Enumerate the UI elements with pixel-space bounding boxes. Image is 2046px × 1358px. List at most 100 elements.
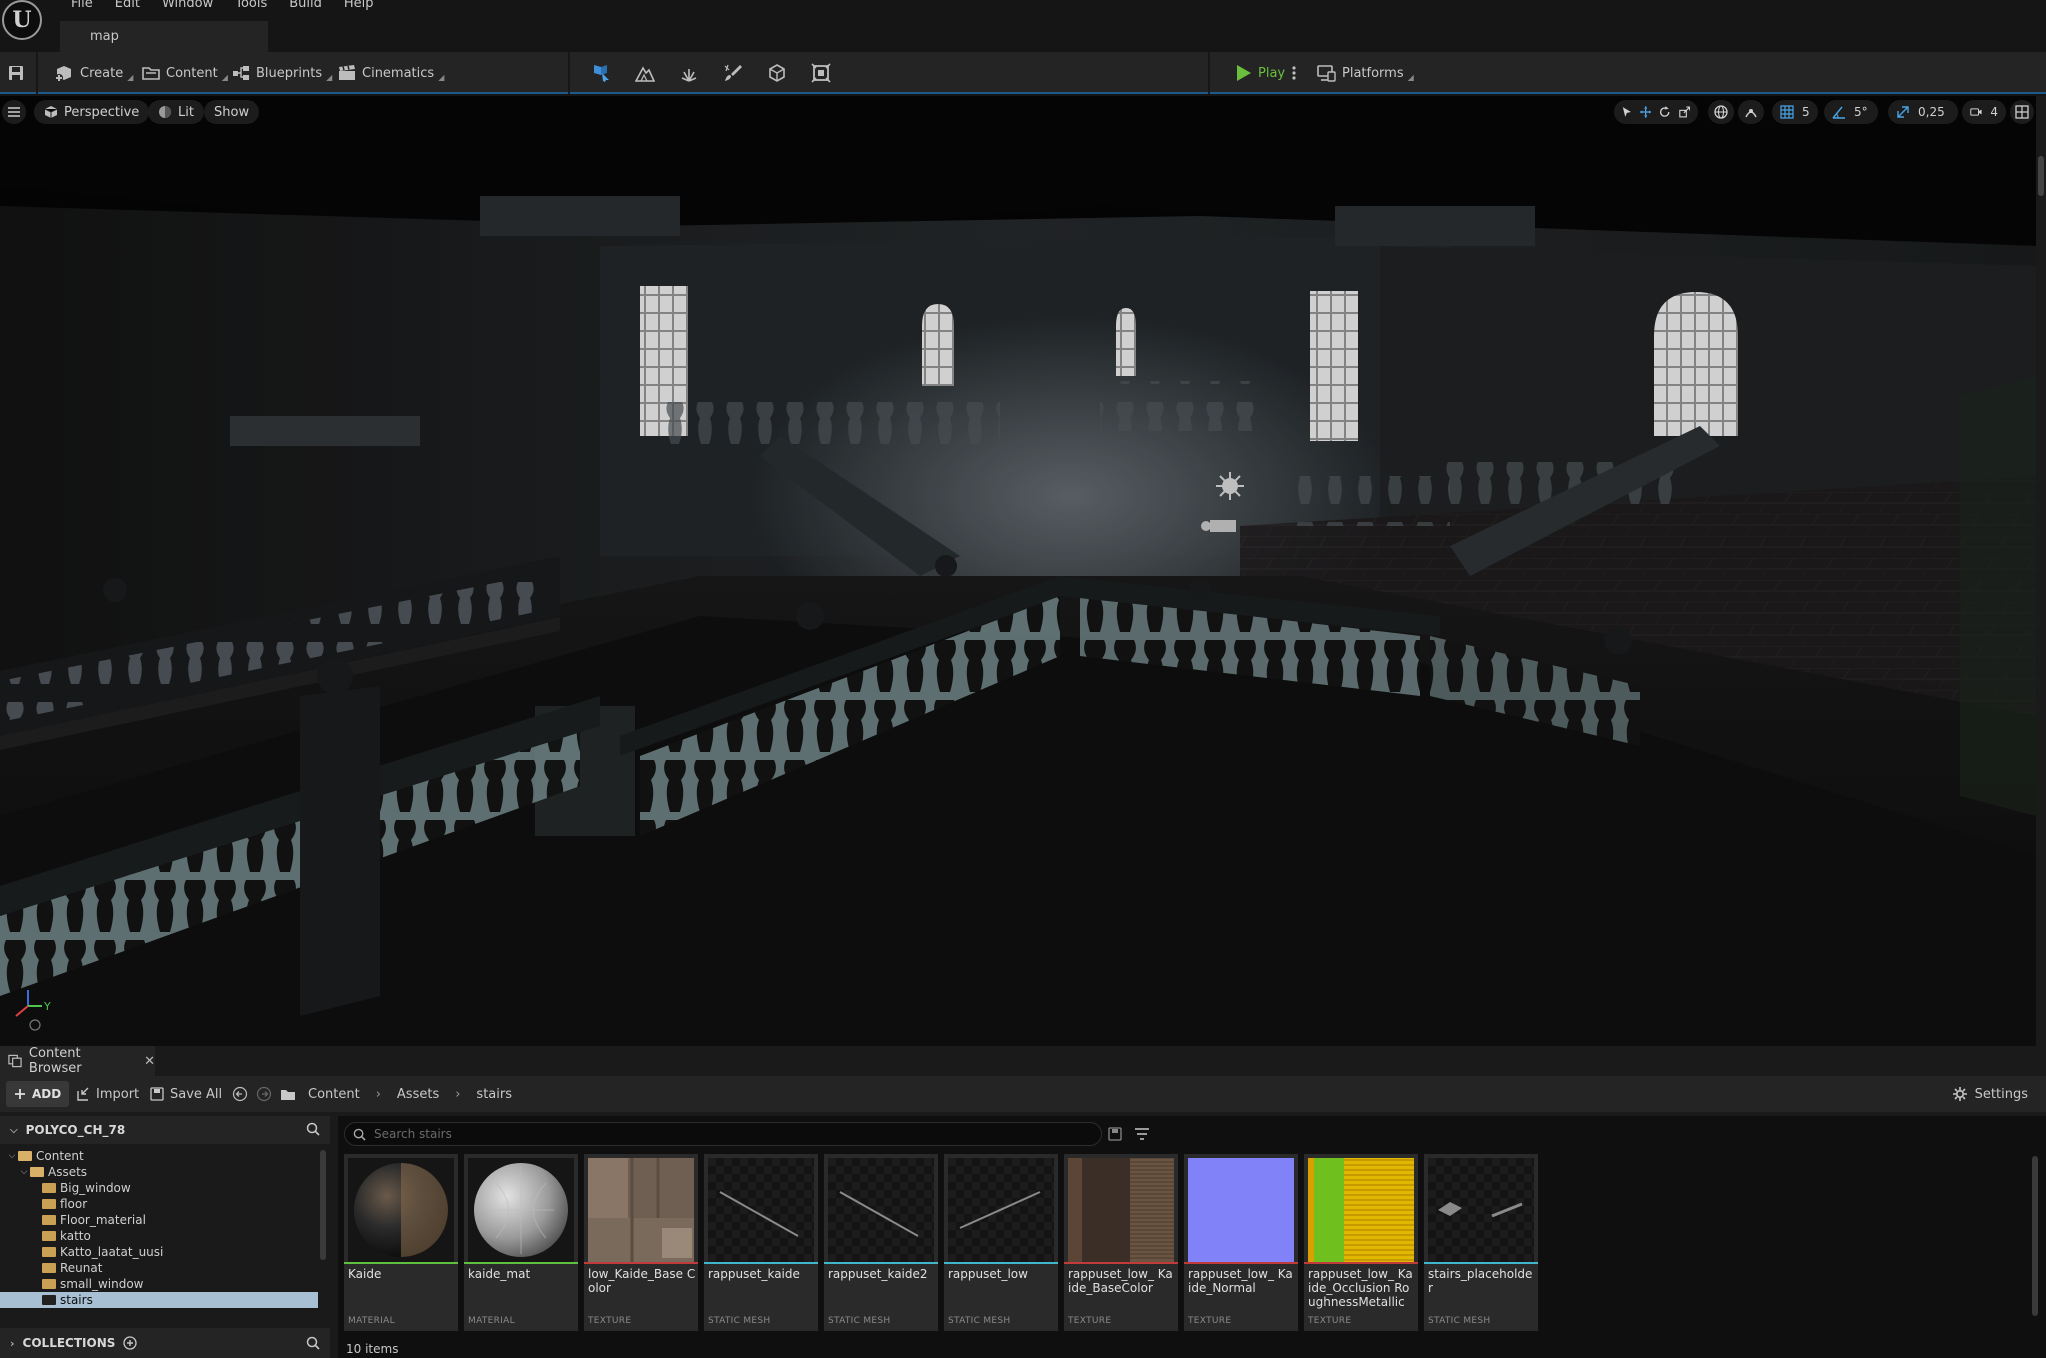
axis-y-label: Y	[43, 1000, 51, 1013]
add-collection-icon[interactable]	[123, 1336, 138, 1350]
tree-folder-assets[interactable]: ⌵ Assets	[0, 1164, 318, 1180]
rotate-icon[interactable]	[1659, 105, 1670, 119]
asset-type-color-bar	[344, 1262, 458, 1264]
grid-snap-icon	[1780, 105, 1794, 119]
blueprints-button[interactable]: Blueprints ◢	[232, 52, 332, 94]
tree-folder-stairs[interactable]: stairs	[0, 1292, 318, 1308]
rotation-snap-control[interactable]: 5°	[1824, 100, 1878, 124]
tree-folder-content[interactable]: ⌵ Content	[0, 1148, 318, 1164]
asset-view: Kaide MATERIAL kaide_mat MATERIAL low_Kaide_…	[338, 1116, 2046, 1358]
fracture-mode-button[interactable]	[810, 62, 832, 84]
menu-file[interactable]: File	[60, 0, 104, 13]
kebab-menu-icon	[1292, 66, 1296, 80]
asset-tile[interactable]: kaide_mat MATERIAL	[464, 1154, 578, 1331]
asset-tile[interactable]: rappuset_kaide STATIC MESH	[704, 1154, 818, 1331]
landscape-mode-button[interactable]	[634, 62, 656, 84]
settings-button[interactable]: Settings	[1952, 1081, 2028, 1107]
tree-folder-floor_material[interactable]: Floor_material	[0, 1212, 318, 1228]
save-level-button[interactable]	[8, 52, 24, 94]
foliage-mode-button[interactable]	[678, 62, 700, 84]
surface-snapping-toggle[interactable]	[1738, 100, 1764, 124]
asset-tile[interactable]: rappuset_low_ Kaide_Normal TEXTURE	[1184, 1154, 1298, 1331]
tab-map[interactable]: map	[60, 21, 268, 52]
asset-tile[interactable]: stairs_placeholder STATIC MESH	[1424, 1154, 1538, 1331]
fracture-box-icon	[811, 63, 831, 83]
viewport-options-button[interactable]	[2, 100, 26, 124]
tree-folder-floor[interactable]: floor	[0, 1196, 318, 1212]
asset-tile[interactable]: low_Kaide_Base Color TEXTURE	[584, 1154, 698, 1331]
modeling-mode-button[interactable]	[766, 62, 788, 84]
level-viewport[interactable]: Perspective Lit Show 5 5° 0,25 4 Y	[0, 96, 2036, 1046]
tree-folder-small_window[interactable]: small_window	[0, 1276, 318, 1292]
content-button[interactable]: Content ◢	[142, 52, 228, 94]
grid-snap-control[interactable]: 5	[1772, 100, 1818, 124]
asset-tile[interactable]: rappuset_low STATIC MESH	[944, 1154, 1058, 1331]
cinematics-button[interactable]: Cinematics ◢	[338, 52, 444, 94]
tree-folder-big_window[interactable]: Big_window	[0, 1180, 318, 1196]
show-flags-button[interactable]: Show	[204, 100, 260, 124]
platforms-button[interactable]: Platforms ◢	[1316, 52, 1414, 94]
asset-tile[interactable]: Kaide MATERIAL	[344, 1154, 458, 1331]
asset-tile[interactable]: rappuset_kaide2 STATIC MESH	[824, 1154, 938, 1331]
asset-scrollbar[interactable]	[2032, 1156, 2038, 1316]
breadcrumb-content[interactable]: Content	[308, 1087, 360, 1102]
play-options-button[interactable]	[1292, 52, 1296, 94]
chevron-down-icon[interactable]: ⌵	[6, 1151, 18, 1161]
filter-icon[interactable]	[1134, 1127, 1150, 1141]
import-button[interactable]: Import	[76, 1081, 139, 1107]
asset-search-box[interactable]	[344, 1122, 1102, 1146]
tree-scrollbar[interactable]	[320, 1150, 326, 1260]
unreal-logo-icon[interactable]: U	[2, 0, 42, 40]
plus-icon	[15, 1089, 25, 1099]
mesh-paint-mode-button[interactable]	[722, 62, 744, 84]
breadcrumb-assets[interactable]: Assets	[397, 1087, 439, 1102]
menu-window[interactable]: Window	[151, 0, 224, 13]
search-icon[interactable]	[306, 1122, 320, 1136]
camera-speed-control[interactable]: 4	[1962, 100, 2006, 124]
history-back-button[interactable]	[232, 1081, 248, 1107]
asset-type-color-bar	[1064, 1262, 1178, 1264]
menu-build[interactable]: Build	[278, 0, 333, 13]
scale-snap-control[interactable]: 0,25	[1888, 100, 1958, 124]
tree-folder-katto_laatat_uusi[interactable]: Katto_laatat_uusi	[0, 1244, 318, 1260]
project-header[interactable]: ⌵ POLYCO_CH_78	[0, 1116, 330, 1144]
history-forward-button[interactable]	[256, 1081, 272, 1107]
save-icon	[9, 66, 23, 80]
folder-icon	[18, 1151, 32, 1161]
content-browser-tab[interactable]: Content Browser ✕	[0, 1046, 155, 1076]
asset-search-input[interactable]	[374, 1127, 1054, 1141]
viewport-layout-button[interactable]	[2010, 100, 2034, 124]
add-button[interactable]: ADD	[6, 1081, 70, 1107]
menu-edit[interactable]: Edit	[104, 0, 151, 13]
asset-type-label: TEXTURE	[1188, 1316, 1232, 1326]
viewport-scrollbar[interactable]	[2036, 96, 2046, 1046]
select-mode-button[interactable]	[590, 62, 612, 84]
menu-tools[interactable]: Tools	[224, 0, 278, 13]
create-button[interactable]: Create ◢	[54, 52, 133, 94]
asset-tile[interactable]: rappuset_low_ Kaide_Occlusion RoughnessM…	[1304, 1154, 1418, 1331]
asset-thumbnail	[1068, 1158, 1174, 1262]
collections-header[interactable]: › COLLECTIONS	[0, 1328, 330, 1358]
tree-folder-reunat[interactable]: Reunat	[0, 1260, 318, 1276]
world-local-toggle[interactable]	[1708, 100, 1734, 124]
save-search-icon[interactable]	[1108, 1127, 1122, 1141]
view-mode-lit-button[interactable]: Lit	[148, 100, 204, 124]
scale-icon[interactable]	[1678, 105, 1690, 119]
search-icon[interactable]	[306, 1336, 320, 1350]
asset-tile[interactable]: rappuset_low_ Kaide_BaseColor TEXTURE	[1064, 1154, 1178, 1331]
close-tab-icon[interactable]: ✕	[144, 1054, 155, 1069]
create-cube-icon	[55, 66, 71, 82]
asset-type-color-bar	[1424, 1262, 1538, 1264]
select-arrow-icon[interactable]	[1622, 105, 1632, 119]
move-arrows-icon[interactable]	[1639, 105, 1652, 119]
play-button[interactable]: Play	[1236, 52, 1285, 94]
tree-folder-katto[interactable]: katto	[0, 1228, 318, 1244]
breadcrumb-stairs[interactable]: stairs	[476, 1087, 512, 1102]
save-all-button[interactable]: Save All	[150, 1081, 222, 1107]
grid-snap-value: 5	[1802, 105, 1810, 119]
surface-snap-icon	[1745, 109, 1757, 118]
folder-icon	[42, 1183, 56, 1193]
chevron-down-icon[interactable]: ⌵	[18, 1167, 30, 1177]
perspective-button[interactable]: Perspective	[34, 100, 150, 124]
menu-help[interactable]: Help	[333, 0, 385, 13]
